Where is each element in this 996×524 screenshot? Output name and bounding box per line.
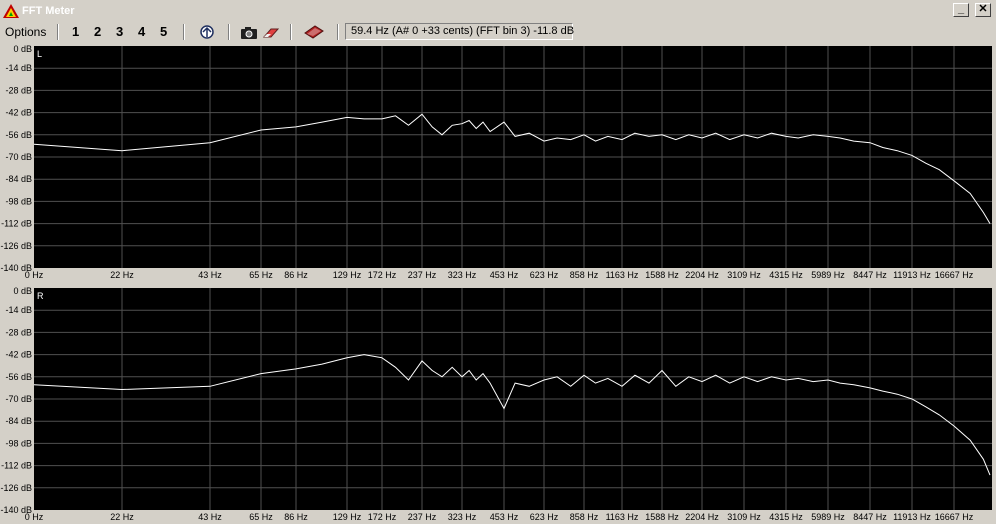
y-tick-label: -70 dB [5, 152, 32, 162]
x-tick-label: 1163 Hz [606, 270, 639, 280]
x-tick-label: 453 Hz [490, 270, 519, 280]
y-tick-label: -98 dB [5, 196, 32, 206]
x-tick-label: 0 Hz [25, 512, 44, 522]
book-icon[interactable] [303, 24, 325, 40]
x-tick-label: 623 Hz [530, 270, 559, 280]
options-menu[interactable]: Options [5, 24, 46, 40]
x-tick-label: 11913 Hz [893, 512, 931, 522]
x-tick-label: 65 Hz [249, 512, 273, 522]
x-tick-label: 2204 Hz [685, 512, 719, 522]
toolbar-separator [290, 24, 292, 40]
close-icon: ✕ [978, 3, 988, 15]
y-tick-label: -98 dB [5, 438, 32, 448]
y-tick-label: -84 dB [5, 174, 32, 184]
minimize-icon: _ [957, 3, 965, 15]
x-tick-label: 4315 Hz [769, 270, 803, 280]
preset-4-button[interactable]: 4 [138, 24, 145, 40]
y-tick-label: -56 dB [5, 130, 32, 140]
preset-1-button[interactable]: 1 [72, 24, 79, 40]
app-logo-icon [3, 4, 19, 18]
y-tick-label: -42 dB [5, 350, 32, 360]
x-tick-label: 129 Hz [333, 270, 362, 280]
eraser-icon[interactable] [262, 25, 280, 41]
x-tick-label: 86 Hz [284, 270, 308, 280]
close-button[interactable]: ✕ [975, 3, 991, 17]
x-tick-label: 172 Hz [368, 270, 397, 280]
frequency-readout: 59.4 Hz (A# 0 +33 cents) (FFT bin 3) -11… [345, 23, 574, 40]
x-tick-label: 8447 Hz [853, 512, 887, 522]
x-tick-label: 11913 Hz [893, 270, 931, 280]
x-tick-label: 0 Hz [25, 270, 44, 280]
y-tick-label: -70 dB [5, 394, 32, 404]
x-tick-label: 1588 Hz [645, 270, 679, 280]
channel-label: L [37, 49, 42, 59]
x-tick-label: 16667 Hz [935, 512, 974, 522]
freeze-icon[interactable] [198, 24, 216, 40]
x-tick-label: 237 Hz [408, 512, 437, 522]
minimize-button[interactable]: _ [953, 3, 969, 17]
x-tick-label: 237 Hz [408, 270, 437, 280]
x-tick-label: 65 Hz [249, 270, 273, 280]
preset-5-button[interactable]: 5 [160, 24, 167, 40]
camera-icon[interactable] [240, 25, 258, 41]
x-tick-label: 858 Hz [570, 270, 599, 280]
y-tick-label: -126 dB [0, 483, 32, 493]
preset-3-button[interactable]: 3 [116, 24, 123, 40]
x-tick-label: 5989 Hz [811, 512, 845, 522]
y-tick-label: -84 dB [5, 416, 32, 426]
x-tick-label: 43 Hz [198, 270, 222, 280]
x-tick-label: 129 Hz [333, 512, 362, 522]
fft-spectrum-panels: 0 dB -14 dB -28 dB -42 dB -56 dB -70 dB -84 dB… [0, 44, 992, 522]
y-tick-label: -28 dB [5, 85, 32, 95]
x-tick-label: 5989 Hz [811, 270, 845, 280]
y-tick-label: -28 dB [5, 327, 32, 337]
x-tick-label: 453 Hz [490, 512, 519, 522]
title-bar: FFT Meter _ ✕ [0, 0, 996, 22]
y-tick-label: -112 dB [1, 219, 32, 229]
y-tick-label: -126 dB [0, 241, 32, 251]
toolbar-separator [337, 24, 339, 40]
y-tick-label: -112 dB [1, 461, 32, 471]
y-tick-label: 0 dB [13, 44, 32, 54]
x-tick-label: 43 Hz [198, 512, 222, 522]
x-tick-label: 323 Hz [448, 512, 477, 522]
x-tick-label: 3109 Hz [727, 270, 761, 280]
toolbar-separator [183, 24, 185, 40]
x-tick-label: 22 Hz [110, 270, 134, 280]
y-tick-label: -14 dB [5, 63, 32, 73]
x-tick-label: 1163 Hz [606, 512, 639, 522]
y-tick-label: -56 dB [5, 372, 32, 382]
x-tick-label: 172 Hz [368, 512, 397, 522]
x-tick-label: 858 Hz [570, 512, 599, 522]
x-tick-label: 2204 Hz [685, 270, 719, 280]
toolbar-separator [228, 24, 230, 40]
x-tick-label: 323 Hz [448, 270, 477, 280]
x-tick-label: 22 Hz [110, 512, 134, 522]
x-tick-label: 3109 Hz [727, 512, 761, 522]
y-tick-label: 0 dB [13, 286, 32, 296]
channel-label: R [37, 291, 44, 301]
right-channel-spectrum: 0 dB -14 dB -28 dB -42 dB -56 dB -70 dB -84 dB… [0, 286, 992, 522]
left-channel-spectrum: 0 dB -14 dB -28 dB -42 dB -56 dB -70 dB -84 dB… [0, 44, 992, 280]
x-tick-label: 623 Hz [530, 512, 559, 522]
window-title: FFT Meter [22, 5, 75, 17]
y-tick-label: -14 dB [5, 305, 32, 315]
x-tick-label: 4315 Hz [769, 512, 803, 522]
x-tick-label: 1588 Hz [645, 512, 679, 522]
x-tick-label: 86 Hz [284, 512, 308, 522]
x-tick-label: 16667 Hz [935, 270, 974, 280]
x-tick-label: 8447 Hz [853, 270, 887, 280]
y-tick-label: -42 dB [5, 108, 32, 118]
preset-2-button[interactable]: 2 [94, 24, 101, 40]
toolbar-separator [57, 24, 59, 40]
